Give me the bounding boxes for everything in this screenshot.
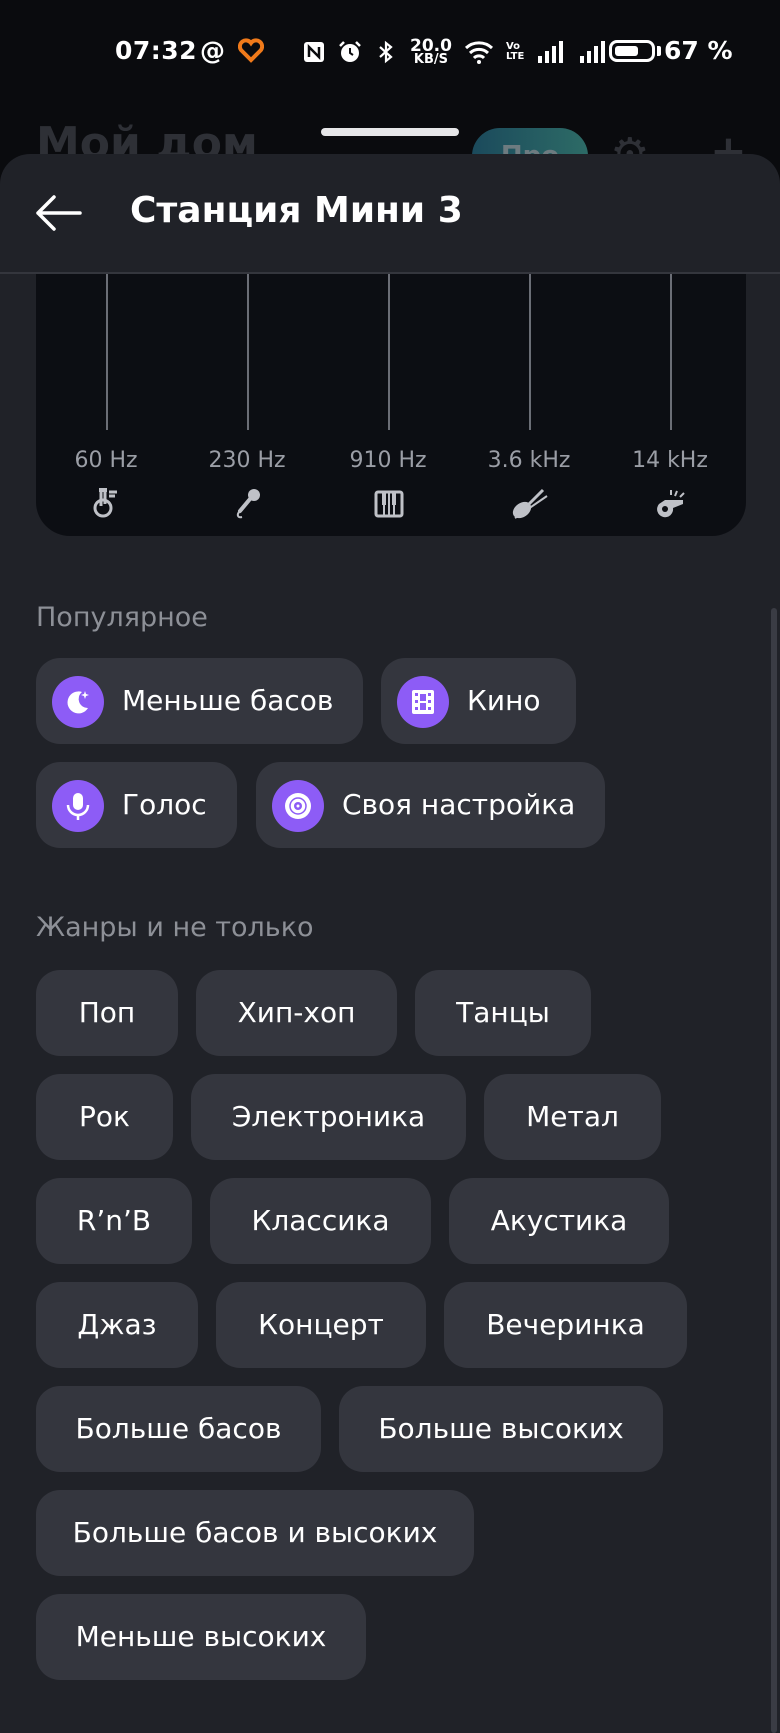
microphone-icon	[52, 780, 104, 832]
genre-label: Больше высоких	[378, 1412, 624, 1445]
moon-stars-icon	[52, 676, 104, 728]
eq-band-60hz[interactable]: 60 Hz	[36, 274, 176, 536]
genre-label: Рок	[79, 1100, 130, 1133]
preset-cinema-button[interactable]: Кино	[381, 658, 576, 744]
volte-indicator: Vo LTE	[505, 41, 525, 62]
genre-electronic-button[interactable]: Электроника	[191, 1074, 466, 1160]
whistle-icon	[657, 490, 685, 518]
bluetooth-icon	[379, 40, 393, 64]
sheet-title: Станция Мини 3	[130, 190, 463, 231]
genre-label: Больше басов	[75, 1412, 282, 1445]
piano-keys-icon	[374, 490, 404, 518]
network-speed: 20.0 KB/S	[410, 36, 452, 67]
eq-band-frequency: 3.6 kHz	[487, 448, 571, 473]
genre-label: Больше басов и высоких	[72, 1516, 438, 1549]
genre-label: Поп	[78, 996, 136, 1029]
signal-sim1-icon	[538, 41, 564, 63]
status-bar: 07:32 @ 20.0 KB/S Vo LTE 67 %	[0, 0, 780, 100]
genre-less-treble-button[interactable]: Меньше высоких	[36, 1594, 366, 1680]
genre-label: Концерт	[258, 1308, 384, 1341]
eq-slider-track[interactable]	[529, 274, 531, 430]
genre-label: Классика	[251, 1204, 390, 1237]
eq-band-frequency: 14 kHz	[632, 448, 708, 473]
genre-metal-button[interactable]: Метал	[484, 1074, 661, 1160]
violin-icon	[512, 488, 548, 519]
eq-band-910hz[interactable]: 910 Hz	[318, 274, 458, 536]
genres-section-title: Жанры и не только	[36, 912, 314, 943]
genre-label: Вечеринка	[486, 1308, 645, 1341]
equalizer-card: 60 Hz 230 Hz 910 Hz 3.6 kHz 14 kHz	[36, 274, 746, 536]
genre-label: Метал	[526, 1100, 619, 1133]
sheet-header: Станция Мини 3	[0, 154, 780, 274]
preset-label: Своя настройка	[342, 788, 576, 821]
popular-section-title: Популярное	[36, 602, 208, 633]
genre-party-button[interactable]: Вечеринка	[444, 1282, 687, 1368]
genre-label: Меньше высоких	[75, 1620, 327, 1653]
genre-acoustic-button[interactable]: Акустика	[449, 1178, 669, 1264]
vinyl-disc-icon	[272, 780, 324, 832]
preset-less-bass-button[interactable]: Меньше басов	[36, 658, 363, 744]
eq-band-frequency: 910 Hz	[349, 448, 427, 473]
eq-band-frequency: 60 Hz	[74, 448, 138, 473]
sheet-drag-handle[interactable]	[321, 128, 459, 136]
eq-band-230hz[interactable]: 230 Hz	[177, 274, 317, 536]
genre-rock-button[interactable]: Рок	[36, 1074, 173, 1160]
preset-label: Меньше басов	[122, 684, 334, 717]
signal-sim2-icon	[580, 41, 606, 63]
alarm-icon	[339, 41, 361, 62]
arrow-left-icon	[36, 195, 82, 231]
eq-band-14khz[interactable]: 14 kHz	[600, 274, 740, 536]
tuba-icon	[93, 488, 117, 518]
nfc-icon	[304, 42, 324, 62]
eq-slider-track[interactable]	[247, 274, 249, 430]
scrollbar[interactable]	[771, 608, 777, 1733]
genre-hiphop-button[interactable]: Хип-хоп	[196, 970, 397, 1056]
genre-jazz-button[interactable]: Джаз	[36, 1282, 198, 1368]
genre-more-bass-treble-button[interactable]: Больше басов и высоких	[36, 1490, 474, 1576]
eq-slider-track[interactable]	[106, 274, 108, 430]
genre-classical-button[interactable]: Классика	[210, 1178, 431, 1264]
wifi-icon	[464, 41, 493, 64]
genre-more-bass-button[interactable]: Больше басов	[36, 1386, 321, 1472]
preset-custom-button[interactable]: Своя настройка	[256, 762, 605, 848]
status-icons: 20.0 KB/S Vo LTE	[302, 36, 608, 68]
genre-label: Электроника	[231, 1100, 426, 1133]
genre-label: Джаз	[77, 1308, 157, 1341]
status-time: 07:32	[115, 36, 198, 65]
battery-icon	[609, 40, 655, 62]
battery-level	[615, 46, 638, 56]
film-icon	[397, 676, 449, 728]
preset-label: Кино	[467, 684, 541, 717]
genre-pop-button[interactable]: Поп	[36, 970, 178, 1056]
eq-slider-track[interactable]	[388, 274, 390, 430]
battery-percent: 67 %	[664, 36, 733, 65]
battery-tip	[657, 46, 661, 56]
preset-voice-button[interactable]: Голос	[36, 762, 237, 848]
genre-rnb-button[interactable]: R’n’B	[36, 1178, 192, 1264]
equalizer-sheet: Станция Мини 3 60 Hz 230 Hz 910 Hz 3.6 k…	[0, 154, 780, 1733]
genre-label: Танцы	[456, 996, 550, 1029]
app-heart-icon	[238, 38, 264, 63]
eq-band-3-6khz[interactable]: 3.6 kHz	[459, 274, 599, 536]
genre-label: Хип-хоп	[237, 996, 356, 1029]
microphone-icon	[236, 489, 260, 519]
status-at-icon: @	[200, 36, 225, 65]
eq-band-frequency: 230 Hz	[208, 448, 286, 473]
eq-slider-track[interactable]	[670, 274, 672, 430]
back-button[interactable]	[30, 188, 92, 238]
preset-label: Голос	[122, 788, 207, 821]
genre-dance-button[interactable]: Танцы	[415, 970, 591, 1056]
genre-more-treble-button[interactable]: Больше высоких	[339, 1386, 663, 1472]
genre-concert-button[interactable]: Концерт	[216, 1282, 426, 1368]
genre-label: Акустика	[490, 1204, 628, 1237]
genre-label: R’n’B	[76, 1204, 152, 1237]
